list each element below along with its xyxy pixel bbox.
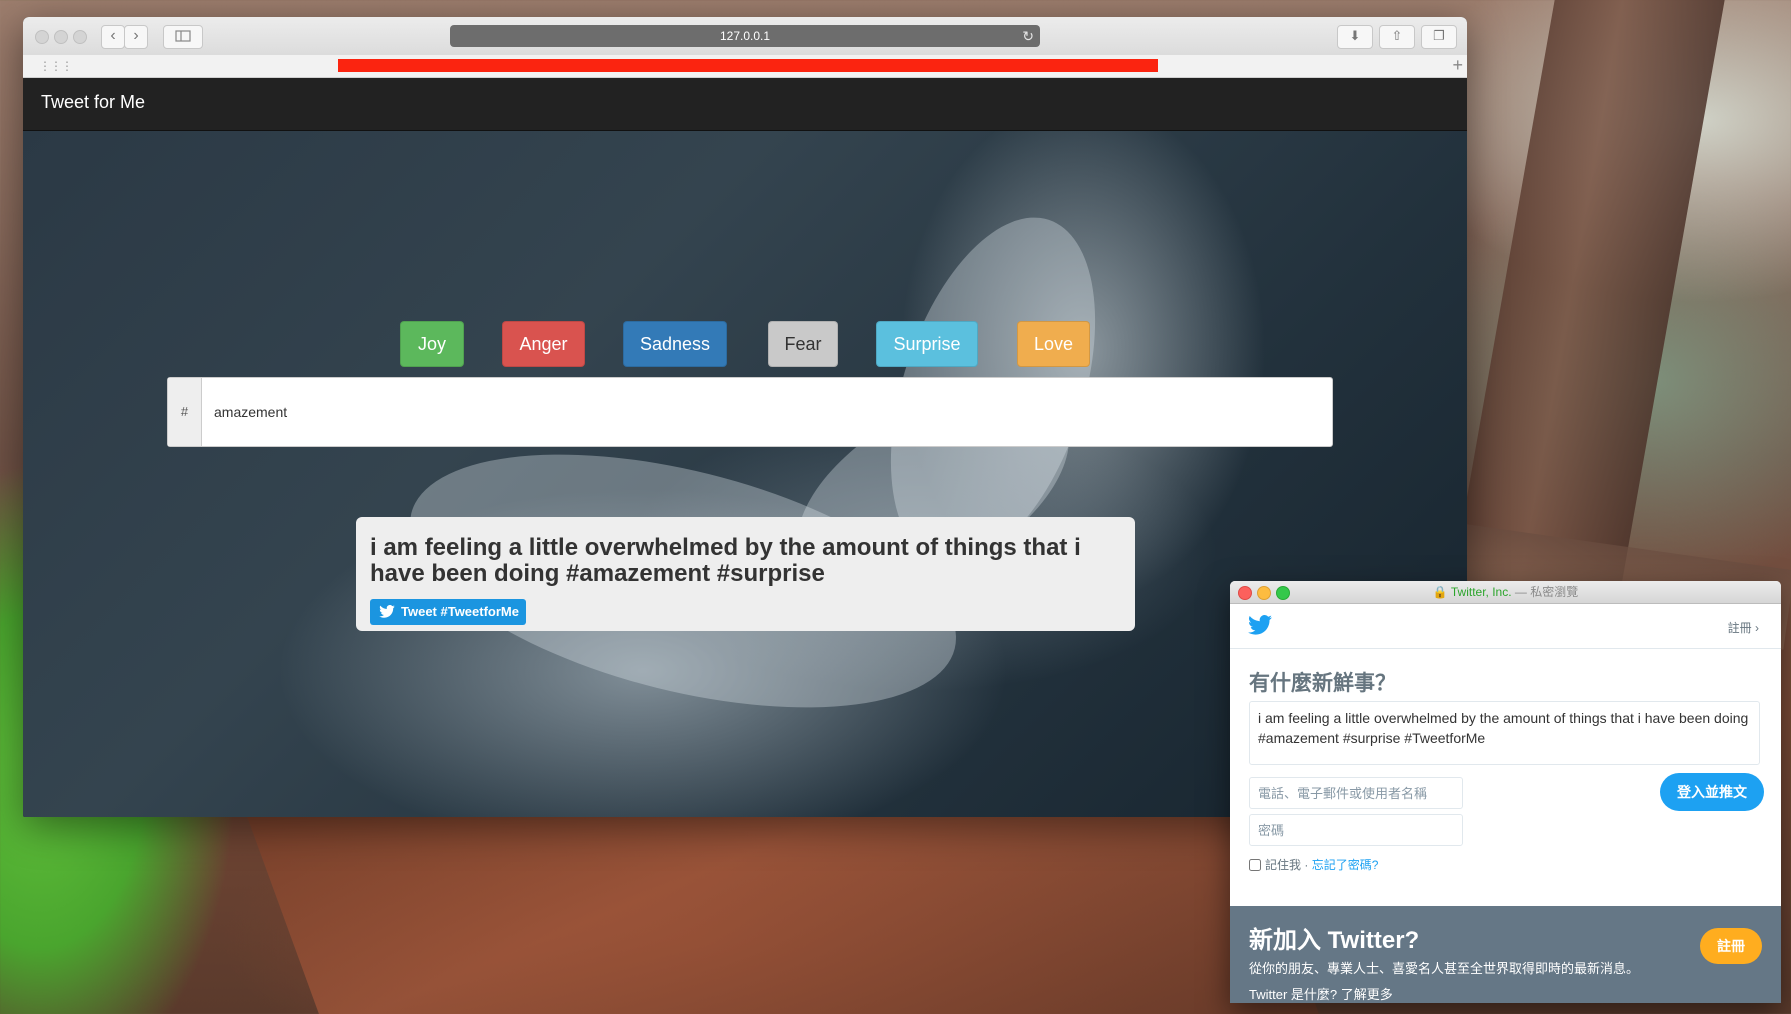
- popup-header: 註冊 ›: [1230, 603, 1781, 649]
- emotion-buttons: Joy Anger Sadness Fear Surprise Love: [23, 321, 1467, 367]
- download-icon: ⬇: [1349, 28, 1361, 43]
- tweet-card: i am feeling a little overwhelmed by the…: [356, 517, 1135, 631]
- remember-me-label: 記住我: [1265, 858, 1302, 872]
- tab-bar: ⋮⋮⋮ +: [23, 55, 1467, 78]
- minimize-window-button[interactable]: [54, 30, 68, 44]
- close-window-button[interactable]: [35, 30, 49, 44]
- fear-button[interactable]: Fear: [768, 321, 838, 367]
- joy-button[interactable]: Joy: [400, 321, 464, 367]
- forward-button[interactable]: ›: [124, 25, 148, 49]
- username-input[interactable]: [1249, 777, 1463, 809]
- twitter-logo-icon[interactable]: [1248, 615, 1272, 635]
- hashtag-prefix: #: [168, 378, 202, 446]
- signup-promo-description: 從你的朋友、專業人士、喜愛名人甚至全世界取得即時的最新消息。: [1249, 961, 1640, 976]
- chevron-right-icon: ›: [133, 27, 139, 44]
- tabs-icon: ❐: [1433, 28, 1445, 43]
- tweet-compose-textarea[interactable]: [1249, 701, 1760, 765]
- twitter-popup-window: 🔒 Twitter, Inc. — 私密瀏覽 註冊 › 有什麼新鮮事？ 登入並推…: [1230, 581, 1781, 1003]
- tweet-button[interactable]: Tweet #TweetforMe: [370, 599, 526, 625]
- signup-promo-heading: 新加入 Twitter?: [1249, 927, 1420, 954]
- tabs-overview-button[interactable]: ❐: [1421, 25, 1457, 49]
- hashtag-input[interactable]: [202, 378, 1322, 446]
- zoom-window-button[interactable]: [73, 30, 87, 44]
- tweet-text: i am feeling a little overwhelmed by the…: [370, 534, 1081, 587]
- signup-promo: 新加入 Twitter? 從你的朋友、專業人士、喜愛名人甚至全世界取得即時的最新…: [1230, 906, 1781, 1003]
- tweet-button-label: Tweet #TweetforMe: [401, 604, 519, 619]
- popup-titlebar: 🔒 Twitter, Inc. — 私密瀏覽: [1230, 581, 1781, 604]
- back-button[interactable]: ‹: [101, 25, 125, 49]
- hashtag-input-group: #: [167, 377, 1333, 447]
- sadness-button[interactable]: Sadness: [623, 321, 727, 367]
- remember-me-checkbox[interactable]: [1249, 859, 1261, 871]
- popup-title-org: Twitter, Inc.: [1450, 585, 1512, 599]
- compose-heading: 有什麼新鮮事？: [1249, 672, 1396, 695]
- background-board: [241, 800, 1319, 1014]
- app-navbar: Tweet for Me: [23, 78, 1467, 131]
- plus-icon[interactable]: +: [1452, 55, 1463, 75]
- sidebar-button[interactable]: [163, 25, 203, 49]
- share-icon: ⇧: [1391, 28, 1403, 43]
- password-input[interactable]: [1249, 814, 1463, 846]
- learn-more-link[interactable]: Twitter 是什麼? 了解更多: [1249, 984, 1393, 1003]
- love-button[interactable]: Love: [1017, 321, 1090, 367]
- sidebar-icon: [175, 30, 191, 42]
- chevron-left-icon: ‹: [110, 27, 116, 44]
- reload-icon[interactable]: ↻: [1022, 25, 1034, 47]
- lock-icon: 🔒: [1432, 585, 1448, 599]
- grid-icon[interactable]: ⋮⋮⋮: [39, 59, 73, 73]
- register-button[interactable]: 註冊: [1700, 928, 1762, 964]
- signup-link[interactable]: 註冊 ›: [1728, 619, 1759, 636]
- browser-titlebar: ‹ › 127.0.0.1 ↻ ⬇ ⇧ ❐: [23, 17, 1467, 56]
- popup-title: 🔒 Twitter, Inc. — 私密瀏覽: [1230, 581, 1781, 603]
- popup-title-sub: — 私密瀏覽: [1511, 585, 1579, 599]
- login-and-tweet-button[interactable]: 登入並推文: [1660, 773, 1764, 811]
- twitter-bird-icon: [379, 605, 395, 618]
- url-text: 127.0.0.1: [719, 29, 771, 43]
- page-loading-bar: [338, 59, 1158, 72]
- separator-dot: ·: [1301, 858, 1312, 872]
- app-brand[interactable]: Tweet for Me: [41, 92, 145, 113]
- address-bar[interactable]: 127.0.0.1 ↻: [450, 25, 1040, 47]
- remember-me-row: 記住我 · 忘記了密碼?: [1249, 858, 1378, 872]
- surprise-button[interactable]: Surprise: [876, 321, 978, 367]
- forgot-password-link[interactable]: 忘記了密碼?: [1312, 858, 1379, 872]
- downloads-button[interactable]: ⬇: [1337, 25, 1373, 49]
- anger-button[interactable]: Anger: [502, 321, 585, 367]
- share-button[interactable]: ⇧: [1379, 25, 1415, 49]
